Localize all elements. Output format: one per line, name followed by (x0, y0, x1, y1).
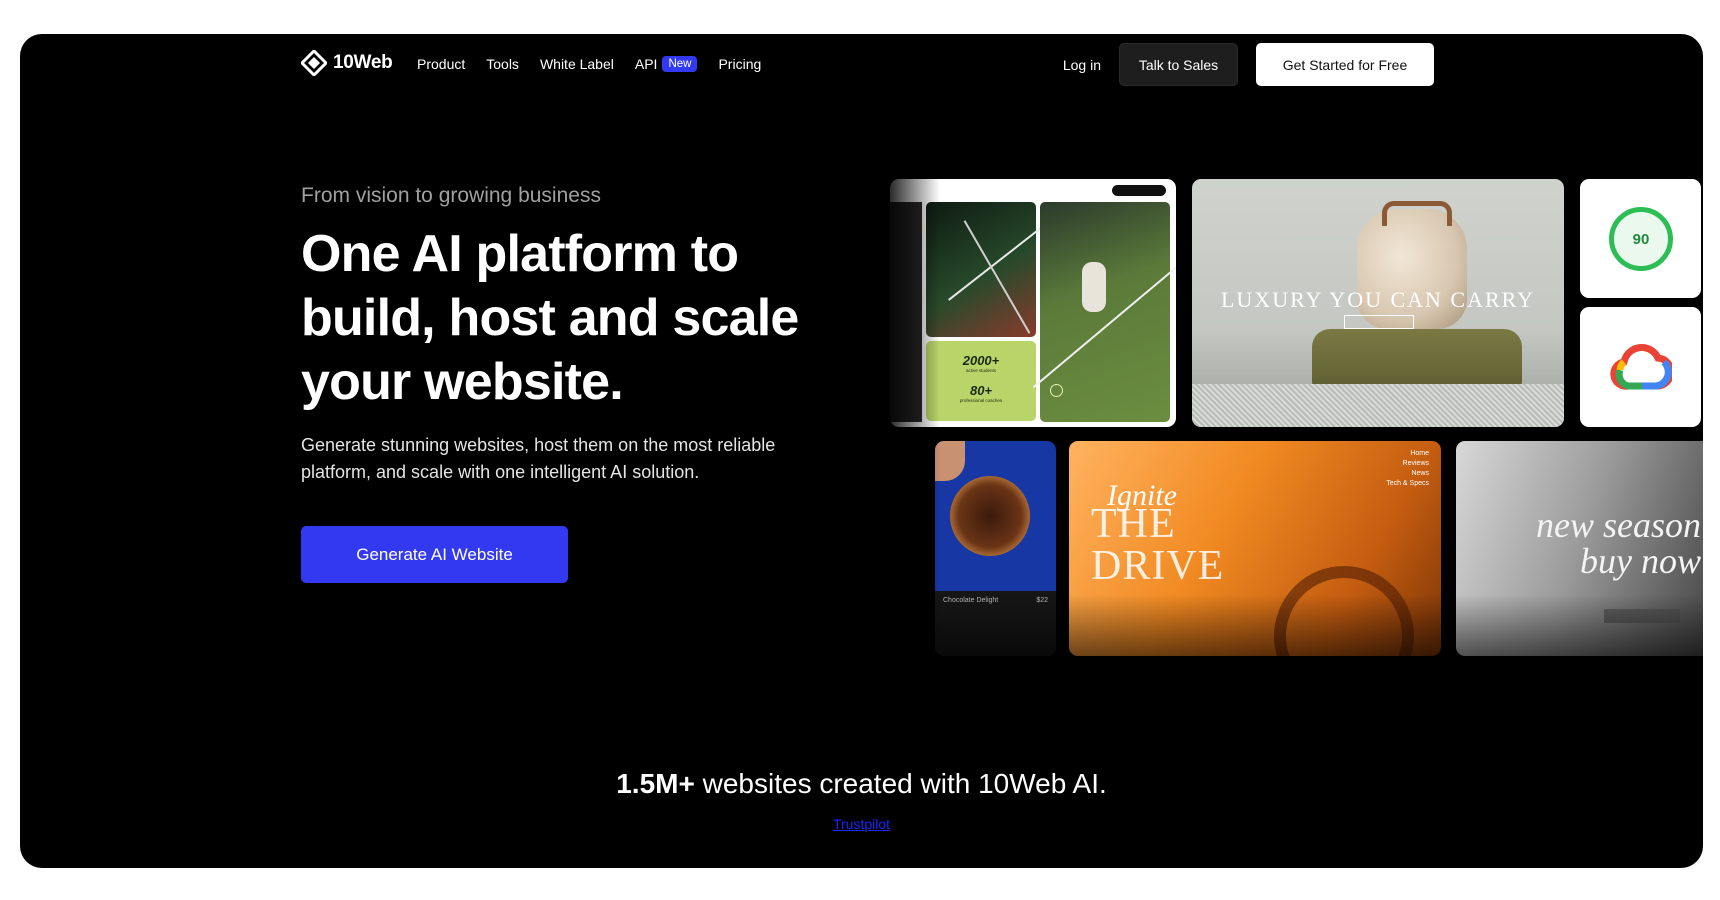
play-icon (1050, 384, 1063, 397)
trustpilot-widget: Trustpilot (20, 816, 1703, 832)
get-started-button[interactable]: Get Started for Free (1256, 43, 1434, 86)
fashion-line2: buy now (1580, 541, 1701, 581)
drive-title-line1: THE (1091, 501, 1176, 547)
drive-title: THE DRIVE (1091, 503, 1224, 587)
login-link[interactable]: Log in (1063, 57, 1101, 73)
stat-coaches-value: 80+ (969, 383, 993, 398)
hero-subtext: Generate stunning websites, host them on… (301, 435, 776, 482)
tennis-court-image (926, 202, 1036, 337)
nav-links: Product Tools White Label API New Pricin… (417, 56, 761, 72)
stat-coaches-label: professional coaches (959, 398, 1003, 403)
fashion-mini-button (1604, 609, 1680, 623)
car-menu-item: News (1411, 470, 1429, 477)
hero-headline: One AI platform to build, host and scale… (301, 225, 799, 411)
score-value: 90 (1632, 230, 1650, 248)
tart-image (950, 476, 1030, 556)
tennis-stats-panel: 2000+ active students 80+ professional c… (926, 341, 1036, 421)
websites-created-stat: 1.5M+ websites created with 10Web AI. (20, 768, 1703, 800)
car-site-card: Home Reviews News Tech & Specs Ignite TH… (1069, 441, 1441, 656)
stat-students-value: 2000+ (962, 353, 1000, 368)
tennis-player-image (1040, 202, 1170, 422)
drive-title-line2: DRIVE (1091, 543, 1225, 589)
nav-link-product[interactable]: Product (417, 56, 465, 72)
nav-link-white-label[interactable]: White Label (540, 56, 614, 72)
register-pill (1112, 185, 1166, 196)
car-menu-item: Reviews (1402, 460, 1429, 467)
wheel-image (1274, 566, 1414, 656)
player-figure (1082, 262, 1106, 312)
fashion-topbar (1456, 441, 1703, 459)
mesh-surface (1192, 384, 1564, 427)
car-menu-item: Tech & Specs (1386, 480, 1429, 487)
fashion-site-card: new season buy now (1456, 441, 1703, 656)
nav-link-pricing[interactable]: Pricing (718, 56, 761, 72)
fashion-headline: new season buy now (1536, 507, 1701, 579)
hand-image (935, 441, 965, 481)
car-site-menu: Home Reviews News Tech & Specs (1386, 449, 1429, 489)
tennis-site-card: 2000+ active students 80+ professional c… (890, 179, 1176, 427)
stat-students-label: active students (965, 368, 997, 373)
stat-number: 1.5M+ (616, 768, 695, 799)
page-frame: 10Web Product Tools White Label API New … (20, 34, 1703, 868)
luxury-bag-card: LUXURY YOU CAN CARRY (1192, 179, 1564, 427)
brand-logo[interactable]: 10Web (301, 50, 393, 76)
nav-actions: Log in Talk to Sales Get Started for Fre… (1063, 43, 1434, 86)
fashion-line1: new season (1536, 505, 1701, 545)
car-menu-item: Home (1410, 450, 1429, 457)
nav-link-tools[interactable]: Tools (486, 56, 519, 72)
dark-strip (890, 202, 922, 422)
shop-mini-button (1344, 315, 1414, 329)
nav-link-api[interactable]: API New (635, 56, 698, 72)
brand-name: 10Web (333, 52, 393, 73)
score-ring-icon: 90 (1609, 207, 1673, 271)
top-navigation: 10Web Product Tools White Label API New … (20, 34, 1703, 96)
trustpilot-link[interactable]: Trustpilot (833, 816, 890, 832)
google-cloud-card (1580, 307, 1701, 427)
hero-eyebrow: From vision to growing business (301, 184, 601, 207)
luxury-title: LUXURY YOU CAN CARRY (1220, 287, 1535, 312)
talk-to-sales-button[interactable]: Talk to Sales (1119, 43, 1238, 86)
dessert-info: Chocolate Delight $22 (935, 591, 1056, 656)
google-cloud-icon (1610, 344, 1672, 390)
stat-text: websites created with 10Web AI. (702, 768, 1107, 799)
logo-icon (301, 50, 327, 76)
dessert-site-card: Chocolate Delight $22 (935, 441, 1056, 656)
nav-link-api-label: API (634, 56, 658, 72)
performance-score-card: 90 (1580, 179, 1701, 298)
dessert-name: Chocolate Delight (943, 597, 999, 604)
showcase-mosaic: 2000+ active students 80+ professional c… (20, 34, 1703, 868)
new-badge: New (662, 56, 698, 72)
dessert-price: $22 (1036, 597, 1048, 604)
generate-ai-website-button[interactable]: Generate AI Website (301, 526, 568, 583)
